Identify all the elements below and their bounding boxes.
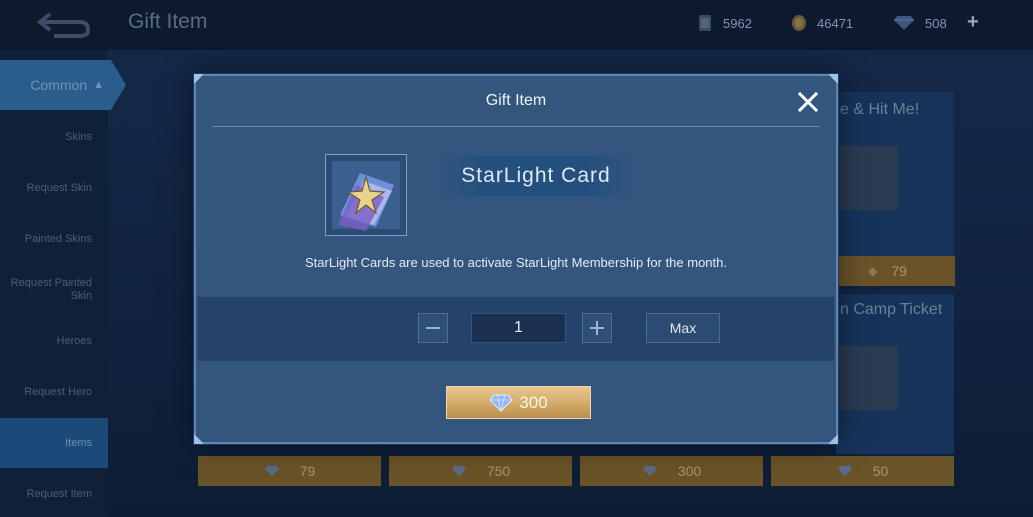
sidebar-category-label: Common [30, 77, 88, 93]
shop-price-bar[interactable]: 300 [580, 456, 763, 486]
shop-card-title: e & Hit Me! [840, 101, 920, 118]
coin-icon [792, 15, 806, 31]
title-divider [212, 126, 820, 127]
item-name: StarLight Card [461, 164, 611, 187]
decrease-quantity-button[interactable] [418, 313, 448, 343]
item-thumbnail [325, 154, 407, 236]
gift-purchase-button[interactable]: 300 [446, 386, 591, 419]
add-diamond-button[interactable]: + [967, 11, 979, 34]
diamond-icon [489, 394, 513, 412]
item-description: StarLight Cards are used to activate Sta… [305, 255, 727, 270]
coin-count: 46471 [817, 15, 854, 31]
ticket-card-icon [699, 15, 711, 31]
gift-price: 300 [519, 392, 548, 412]
sidebar-item-request-skin[interactable]: Request Skin [0, 163, 108, 213]
dialog-title: Gift Item [485, 92, 547, 109]
increase-quantity-button[interactable] [582, 313, 612, 343]
corner-ornament-icon [828, 434, 838, 444]
diamond-icon [264, 466, 279, 476]
shop-card-thumbnail [836, 346, 898, 410]
shop-price-bar[interactable]: 50 [771, 456, 954, 486]
diamond-icon [837, 466, 852, 476]
diamond-icon [451, 466, 466, 476]
sidebar-item-items[interactable]: Items [0, 418, 108, 468]
sidebar-item-skins[interactable]: Skins [0, 112, 108, 162]
diamond-icon [894, 16, 914, 30]
corner-ornament-icon [194, 74, 204, 84]
sidebar-item-request-hero[interactable]: Request Hero [0, 367, 108, 417]
corner-ornament-icon [828, 74, 838, 84]
top-bar: Gift Item 5962 46471 508 + [0, 0, 1033, 50]
shop-price-bar[interactable]: 79 [198, 456, 381, 486]
diamond-count: 508 [925, 15, 947, 31]
sidebar-item-request-painted-skin[interactable]: Request Painted Skin [0, 265, 108, 315]
quantity-value[interactable]: 1 [471, 313, 566, 343]
gift-item-dialog: Gift Item StarLight Card StarLight Cards… [194, 74, 838, 444]
corner-ornament-icon [194, 434, 204, 444]
shop-price-bar[interactable]: 750 [389, 456, 572, 486]
sidebar-category-common[interactable]: Common ▲ [0, 60, 126, 110]
shop-card-thumbnail [836, 146, 898, 210]
close-icon[interactable] [796, 90, 820, 114]
sidebar-item-request-item[interactable]: Request Item [0, 469, 108, 517]
max-quantity-button[interactable]: Max [646, 313, 720, 343]
ticket-count: 5962 [723, 15, 752, 31]
diamond-icon: ◆ [868, 264, 878, 278]
coin-resource: 46471 [791, 14, 853, 32]
page-title: Gift Item [128, 10, 208, 33]
chevron-up-icon: ▲ [93, 79, 104, 91]
shop-card-price[interactable]: ◆ 79 [820, 256, 955, 286]
sidebar-item-painted-skins[interactable]: Painted Skins [0, 214, 108, 264]
ticket-resource: 5962 [697, 14, 752, 32]
shop-card-title: n Camp Ticket [840, 301, 943, 318]
starlight-card-icon [332, 161, 400, 231]
diamond-resource: 508 [893, 14, 947, 32]
diamond-icon [642, 466, 657, 476]
back-arrow-icon[interactable] [36, 8, 92, 40]
sidebar-item-heroes[interactable]: Heroes [0, 316, 108, 366]
